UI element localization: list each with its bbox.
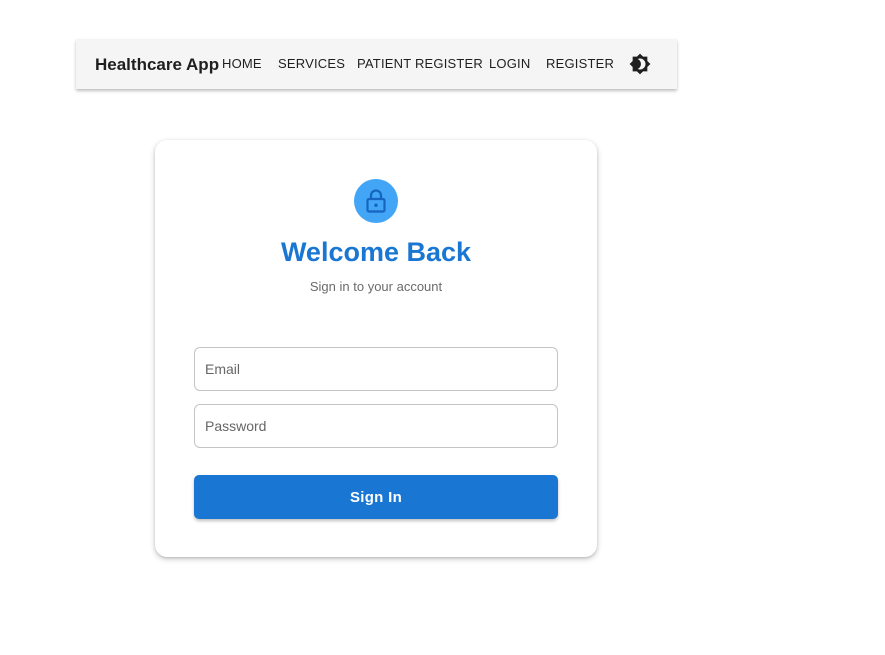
login-card: Welcome Back Sign in to your account Sig…: [155, 140, 597, 557]
sign-in-button[interactable]: Sign In: [194, 475, 558, 519]
app-brand-title: Healthcare App: [95, 55, 220, 74]
theme-toggle-button[interactable]: [629, 53, 651, 75]
nav-login-link[interactable]: LOGIN: [489, 56, 530, 71]
nav-patient-register-link[interactable]: PATIENT REGISTER: [357, 56, 483, 71]
nav-home-link[interactable]: HOME: [222, 56, 262, 71]
email-field[interactable]: [194, 347, 558, 391]
top-app-bar: Healthcare App HOME SERVICES PATIENT REG…: [76, 39, 677, 89]
brightness-toggle-icon: [629, 53, 651, 75]
password-field[interactable]: [194, 404, 558, 448]
welcome-subtitle: Sign in to your account: [309, 279, 443, 294]
welcome-title: Welcome Back: [280, 237, 472, 267]
nav-register-link[interactable]: REGISTER: [546, 56, 614, 71]
nav-services-link[interactable]: SERVICES: [278, 56, 345, 71]
lock-avatar: [354, 179, 398, 223]
lock-icon: [366, 189, 386, 213]
